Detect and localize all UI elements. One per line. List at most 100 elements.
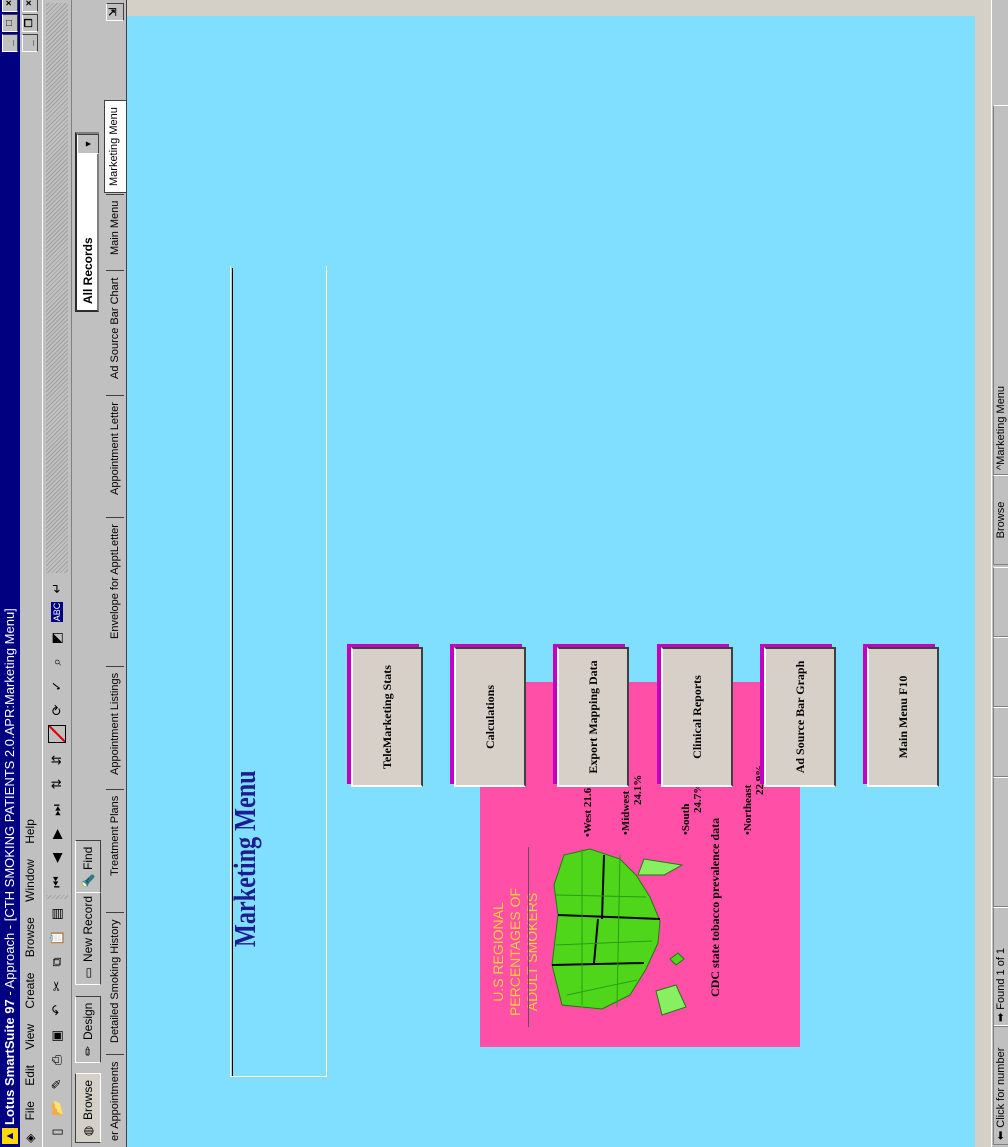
toolbar-filler — [46, 3, 68, 573]
design-button[interactable]: ✏ Design — [75, 995, 101, 1063]
sort-ascending-icon[interactable]: ⇅ — [46, 773, 68, 795]
export-mapping-data-button-label: Export Mapping Data — [557, 647, 629, 787]
next-record-icon[interactable]: ▶ — [46, 823, 68, 845]
ad-source-bar-graph-button-label: Ad Source Bar Graph — [764, 647, 836, 787]
telemarketing-stats-button[interactable]: TeleMarketing Stats — [347, 644, 423, 787]
tab-appointment-listings[interactable]: Appointment Listings — [106, 665, 124, 781]
map-credit: CDC state tobacco prevalence data — [708, 817, 722, 997]
cut-icon[interactable]: ✂ — [46, 975, 68, 997]
refresh-icon[interactable]: ⟳ — [46, 699, 68, 721]
clinical-reports-button[interactable]: Clinical Reports — [657, 644, 733, 787]
preview-icon[interactable]: ▣ — [46, 1025, 68, 1047]
page-title: Marketing Menu — [227, 770, 262, 947]
action-bar: ◍ Browse ✏ Design ▭ New Record 🔦 Find All Re… — [72, 0, 102, 1147]
maximize-icon[interactable]: □ — [2, 14, 18, 32]
menu-window[interactable]: Window — [20, 853, 40, 908]
tab-ad-source-bar-chart[interactable]: Ad Source Bar Chart — [106, 270, 124, 385]
status-blank-1 — [993, 777, 1008, 907]
find-icon[interactable]: ⌕ — [46, 651, 68, 673]
status-blank-3 — [993, 637, 1008, 707]
tab-appointment-letter[interactable]: Appointment Letter — [106, 395, 124, 501]
status-view[interactable]: ^Marketing Menu — [993, 105, 1008, 475]
sort-descending-icon[interactable]: ⇵ — [46, 749, 68, 771]
form-icon[interactable]: ▤ — [46, 903, 68, 925]
horizontal-scrollbar[interactable] — [975, 0, 991, 1147]
status-blank-2 — [993, 707, 1008, 777]
map-title-rule — [528, 847, 529, 1027]
browse-icon: ◍ — [81, 1125, 95, 1137]
doc-icon[interactable]: ◈ — [20, 1130, 40, 1147]
window-title: Lotus SmartSuite 97 - Approach - [CTH SM… — [2, 608, 17, 1125]
print-icon[interactable]: ⎙ — [46, 1049, 68, 1071]
view-tabs: er Appointments Detailed Smoking History… — [104, 0, 127, 1147]
document-window-controls: _ ❐ × — [22, 0, 38, 52]
menu-create[interactable]: Create — [20, 967, 40, 1015]
form-canvas: Marketing Menu U.S REGIONAL PERCENTAGES … — [127, 16, 975, 1147]
window-controls: _ □ × — [2, 0, 18, 52]
menu-bar: ◈ File Edit View Create Browse Window He… — [20, 0, 40, 1147]
record-filter-select[interactable]: All Records ▼ — [75, 132, 99, 312]
undo-icon[interactable]: ↶ — [46, 999, 68, 1021]
minimize-icon[interactable]: _ — [2, 34, 18, 52]
clinical-reports-button-label: Clinical Reports — [661, 647, 733, 787]
open-folder-icon[interactable]: 📂 — [46, 1097, 68, 1119]
paste-icon[interactable]: 📋 — [46, 927, 68, 949]
tab-main-menu[interactable]: Main Menu — [106, 193, 124, 261]
status-found-count[interactable]: ➡ Found 1 of 1 — [993, 907, 1008, 1027]
find-button[interactable]: 🔦 Find — [75, 839, 101, 893]
tab-other-appointments[interactable]: er Appointments — [106, 1054, 124, 1147]
new-record-button[interactable]: ▭ New Record — [75, 888, 101, 985]
new-file-icon[interactable]: ▯ — [46, 1121, 68, 1143]
telemarketing-stats-button-label: TeleMarketing Stats — [351, 647, 423, 787]
chart-icon[interactable]: ◩ — [46, 627, 68, 649]
status-hint[interactable]: ⬅ Click for number — [993, 1025, 1008, 1145]
menu-help[interactable]: Help — [20, 813, 40, 850]
title-rule — [232, 268, 233, 1076]
title-panel — [230, 266, 327, 1077]
smartmaster-icon[interactable]: ✎ — [46, 1073, 68, 1095]
export-mapping-data-button[interactable]: Export Mapping Data — [553, 644, 629, 787]
title-bar: ▲ Lotus SmartSuite 97 - Approach - [CTH … — [0, 0, 20, 1147]
first-record-icon[interactable]: ⏮ — [46, 871, 68, 893]
tab-scroll-icon[interactable]: ⇲ — [106, 3, 124, 21]
main-menu-button[interactable]: Main Menu F10 — [863, 644, 939, 787]
previous-record-icon[interactable]: ◀ — [46, 847, 68, 869]
last-record-icon[interactable]: ⏭ — [46, 799, 68, 821]
browse-button[interactable]: ◍ Browse — [75, 1072, 101, 1143]
menu-file[interactable]: File — [20, 1095, 40, 1126]
record-filter-value: All Records — [81, 237, 95, 304]
tab-detailed-smoking-history[interactable]: Detailed Smoking History — [106, 912, 124, 1049]
menu-browse[interactable]: Browse — [20, 911, 40, 963]
approach-app-icon[interactable]: ▲ — [2, 1128, 18, 1144]
menu-view[interactable]: View — [20, 1018, 40, 1056]
doc-close-icon[interactable]: × — [22, 0, 38, 12]
us-map-graphic — [551, 848, 687, 1016]
spelling-icon[interactable]: ✓ — [46, 675, 68, 697]
close-icon[interactable]: × — [2, 0, 18, 12]
chevron-down-icon[interactable]: ▼ — [77, 134, 99, 154]
toolbar: ▯ 📂 ✎ ⎙ ▣ ↶ ✂ ⧉ 📋 ▤ ⏮ ◀ ▶ ⏭ ⇅ ⇵ ⟳ ✓ ⌕ ◩ … — [42, 0, 72, 1147]
doc-restore-icon[interactable]: ❐ — [22, 14, 38, 32]
new-record-icon: ▭ — [81, 967, 95, 979]
status-mode[interactable]: Browse — [993, 475, 1008, 565]
tab-envelope-for-apptletter[interactable]: Envelope for ApptLetter — [106, 517, 124, 645]
doc-minimize-icon[interactable]: _ — [22, 34, 38, 52]
tab-marketing-menu[interactable]: Marketing Menu — [104, 100, 126, 193]
menu-edit[interactable]: Edit — [20, 1059, 40, 1092]
app-window: ▲ Lotus SmartSuite 97 - Approach - [CTH … — [0, 0, 1008, 1147]
region-south: •South 24.7% — [680, 782, 704, 835]
toolbar-separator — [46, 895, 68, 899]
delete-record-icon[interactable] — [46, 723, 68, 745]
smoker-map-card: U.S REGIONAL PERCENTAGES OF ADULT SMOKER… — [480, 682, 800, 1047]
calculations-button-label: Calculations — [454, 647, 526, 787]
design-icon: ✏ — [81, 1045, 95, 1057]
vertical-scrollbar[interactable] — [127, 0, 975, 16]
status-bar: ⬅ Click for number ➡ Found 1 of 1 Browse… — [991, 0, 1008, 1147]
tab-treatment-plans[interactable]: Treatment Plans — [106, 788, 124, 882]
enter-icon[interactable]: ↵ — [46, 577, 68, 599]
calculations-button[interactable]: Calculations — [450, 644, 526, 787]
ad-source-bar-graph-button[interactable]: Ad Source Bar Graph — [760, 644, 836, 787]
main-menu-button-label: Main Menu F10 — [867, 647, 939, 787]
database-icon[interactable]: ABC — [46, 601, 68, 623]
copy-icon[interactable]: ⧉ — [46, 951, 68, 973]
